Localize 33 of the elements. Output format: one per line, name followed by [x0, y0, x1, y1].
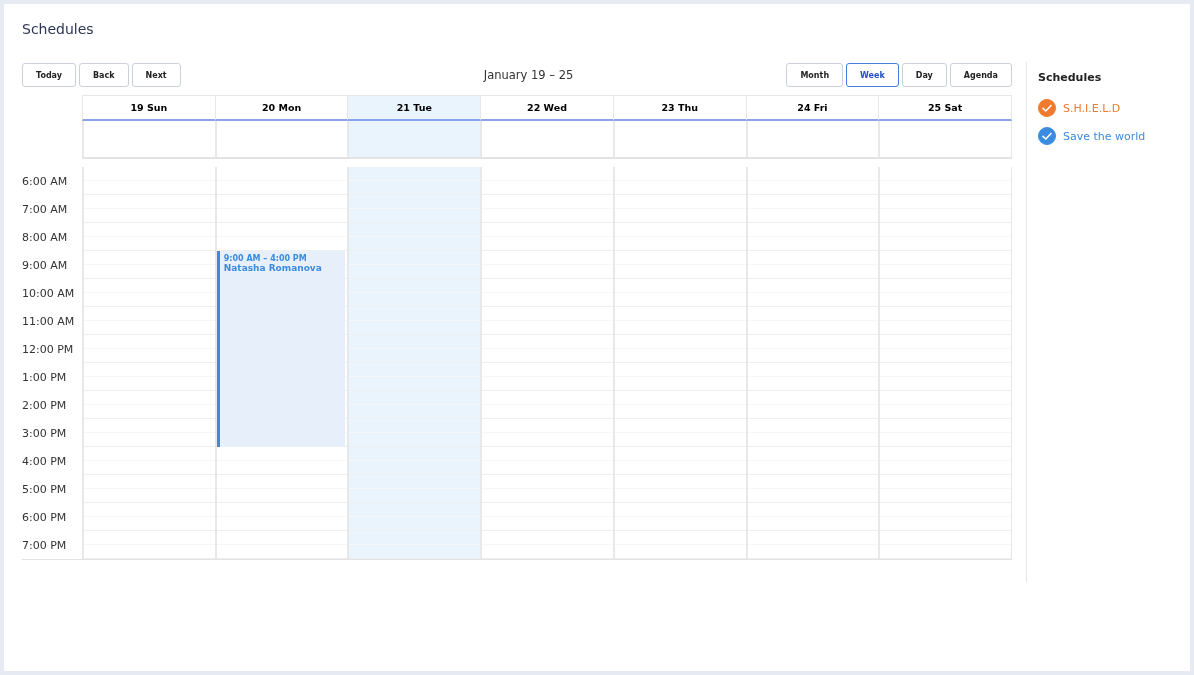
time-label: 2:00 PM — [22, 398, 67, 412]
view-button[interactable]: Day — [901, 63, 947, 87]
calendar-name[interactable]: Save the world — [1063, 129, 1146, 143]
time-label: 7:00 AM — [22, 202, 68, 216]
time-label: 6:00 PM — [22, 510, 67, 524]
view-button[interactable]: Month — [786, 63, 844, 87]
day-header: 23 Thu — [612, 95, 746, 121]
day-header: 19 Sun — [82, 95, 215, 121]
time-label: 3:00 PM — [22, 426, 67, 440]
time-label: 7:00 PM — [22, 538, 67, 552]
nav-button[interactable]: Back — [79, 63, 129, 87]
page-title: Schedules — [22, 20, 95, 39]
view-button[interactable]: Week — [846, 63, 899, 87]
time-label: 6:00 AM — [22, 174, 68, 188]
date-range-label: January 19 – 25 — [483, 68, 574, 82]
checkbox-icon[interactable] — [1038, 99, 1056, 117]
nav-button[interactable]: Next — [131, 63, 181, 87]
checkbox-icon[interactable] — [1038, 127, 1056, 145]
day-header: 24 Fri — [745, 95, 879, 121]
time-label: 4:00 PM — [22, 454, 67, 468]
time-label: 8:00 AM — [22, 230, 68, 244]
time-label: 1:00 PM — [22, 370, 67, 384]
sidebar-title: Schedules — [1038, 70, 1103, 84]
day-header: 25 Sat — [878, 95, 1013, 121]
time-label: 9:00 AM — [22, 258, 68, 272]
time-label: 10:00 AM — [22, 286, 75, 300]
time-label: 11:00 AM — [22, 314, 75, 328]
day-header: 21 Tue — [347, 95, 481, 121]
nav-button[interactable]: Today — [22, 63, 76, 87]
day-header: 22 Wed — [480, 95, 613, 121]
time-label: 5:00 PM — [22, 482, 67, 496]
time-label: 12:00 PM — [22, 342, 74, 356]
view-button[interactable]: Agenda — [949, 63, 1012, 87]
